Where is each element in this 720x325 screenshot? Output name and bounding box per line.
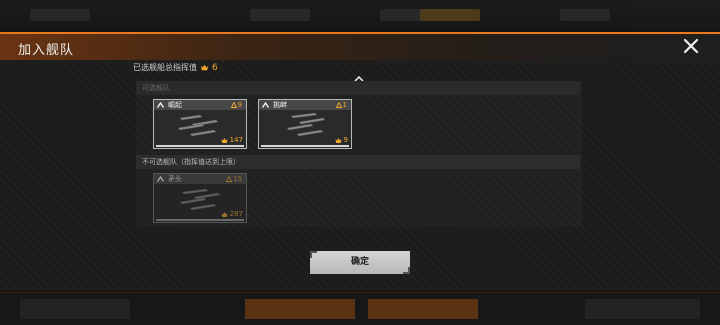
section-header-unavailable: 不可选舰队（指挥值达到上限） — [136, 155, 580, 169]
card-bottom-bar — [261, 145, 349, 147]
ship-illustration-icon — [286, 112, 326, 137]
close-button[interactable] — [682, 37, 700, 55]
ship-cost-value: 1 — [342, 101, 347, 109]
card-bottom-bar — [156, 145, 244, 147]
background-ghost-tab — [420, 9, 480, 21]
background-top-bar — [0, 0, 720, 30]
cost-triangle-icon — [226, 176, 233, 182]
ship-cost-value: 9 — [237, 101, 242, 109]
ship-power-value: 147 — [229, 136, 243, 144]
background-ghost-tab — [250, 9, 310, 21]
ship-card[interactable]: 崛起 9 147 — [153, 99, 247, 149]
ship-cost: 15 — [226, 174, 242, 184]
command-value-info: 已选舰船总指挥值 6 — [133, 62, 218, 73]
button-corner-decoration — [310, 251, 317, 258]
ship-type-icon — [157, 176, 164, 182]
ship-power: 147 — [221, 136, 243, 144]
ship-name: 矛头 — [168, 175, 182, 183]
command-value-label: 已选舰船总指挥值 — [133, 63, 197, 72]
ship-cost: 1 — [335, 100, 347, 110]
background-ghost-button — [245, 299, 355, 319]
dialog-header: 加入舰队 — [0, 32, 720, 60]
ship-type-icon — [157, 102, 164, 108]
background-ghost-tab — [30, 9, 90, 21]
command-value: 6 — [212, 62, 218, 73]
section-header-available: 可选舰队 — [136, 81, 580, 95]
background-ghost-tab — [560, 9, 610, 21]
background-ghost-button — [368, 299, 478, 319]
dialog-title: 加入舰队 — [18, 43, 75, 58]
ship-illustration-icon — [179, 188, 221, 211]
command-emblem-icon — [200, 64, 209, 71]
cost-triangle-icon — [335, 102, 342, 108]
ship-list-panel[interactable]: 可选舰队 崛起 9 147 挑衅 1 9 不可选舰队（指挥值达到上限） 矛头 1… — [136, 81, 582, 226]
background-ghost-button — [20, 299, 130, 319]
button-corner-decoration — [403, 267, 410, 274]
ship-power-value: 9 — [343, 136, 348, 144]
ship-name: 挑衅 — [273, 101, 287, 109]
power-emblem-icon — [221, 211, 228, 217]
ship-power: 287 — [221, 210, 243, 218]
ship-power-value: 287 — [229, 210, 243, 218]
ship-type-icon — [262, 102, 269, 108]
ship-cost: 9 — [230, 100, 242, 110]
close-icon — [683, 38, 699, 54]
ship-illustration-icon — [177, 114, 219, 137]
join-fleet-dialog: 加入舰队 已选舰船总指挥值 6 可选舰队 崛起 9 147 挑衅 1 9 不可选… — [0, 32, 720, 290]
ship-cost-value: 15 — [233, 175, 242, 183]
power-emblem-icon — [221, 137, 228, 143]
ship-card[interactable]: 矛头 15 287 — [153, 173, 247, 223]
ship-card[interactable]: 挑衅 1 9 — [258, 99, 352, 149]
ship-name: 崛起 — [168, 101, 182, 109]
confirm-button[interactable]: 确定 — [310, 251, 410, 274]
background-ghost-button — [585, 299, 700, 319]
cost-triangle-icon — [230, 102, 237, 108]
background-bottom-bar — [0, 292, 720, 325]
confirm-button-label: 确定 — [350, 257, 369, 267]
ship-power: 9 — [335, 136, 348, 144]
power-emblem-icon — [335, 137, 342, 143]
card-bottom-bar — [156, 219, 244, 221]
